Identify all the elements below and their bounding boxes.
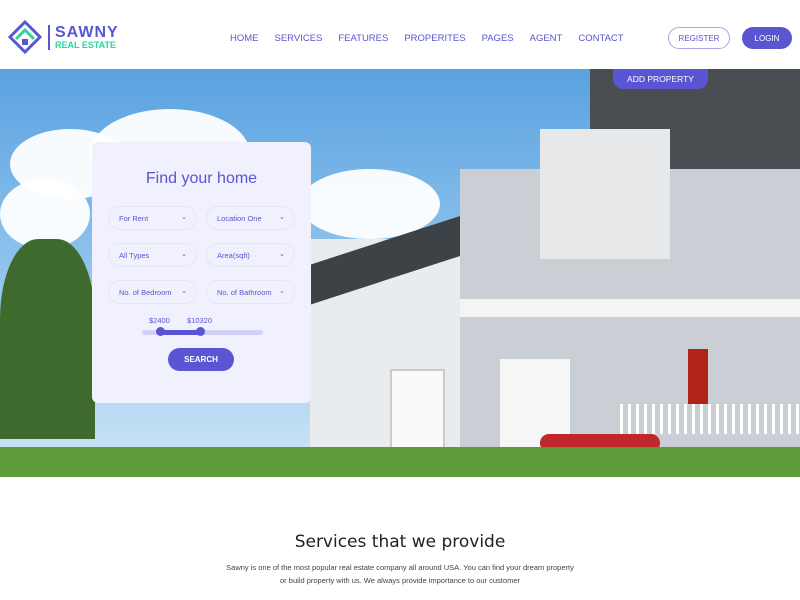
- chevron-down-icon: ⌄: [279, 214, 285, 221]
- chevron-down-icon: ⌄: [279, 288, 285, 295]
- add-property-button[interactable]: ADD PROPERTY: [613, 69, 708, 89]
- area-select[interactable]: Area(sqft) ⌄: [206, 243, 295, 267]
- select-value: Location One: [217, 213, 262, 223]
- select-value: No. of Bedroom: [119, 287, 172, 297]
- nav-agent[interactable]: AGENT: [530, 33, 563, 44]
- nav-properties[interactable]: PROPERITES: [404, 33, 465, 44]
- brand-tagline: REAL ESTATE: [55, 39, 117, 50]
- price-range-fill: [160, 330, 201, 335]
- price-max-label: $10320: [187, 316, 213, 325]
- price-range-slider[interactable]: [142, 327, 263, 336]
- register-button[interactable]: REGISTER: [668, 27, 730, 49]
- services-description: Sawny is one of the most popular real es…: [226, 563, 574, 585]
- nav-home[interactable]: HOME: [230, 33, 259, 44]
- property-type-select[interactable]: All Types ⌄: [108, 243, 197, 267]
- logo[interactable]: SAWNY REAL ESTATE: [8, 20, 119, 54]
- login-button[interactable]: LOGIN: [742, 27, 792, 49]
- search-button[interactable]: SEARCH: [168, 348, 234, 371]
- price-max-handle[interactable]: [196, 327, 206, 336]
- services-title: Services that we provide: [294, 532, 506, 552]
- nav-contact[interactable]: CONTACT: [578, 33, 623, 44]
- chevron-down-icon: ⌄: [181, 288, 187, 295]
- bathroom-select[interactable]: No. of Bathroom ⌄: [206, 280, 295, 304]
- select-value: For Rent: [119, 213, 149, 223]
- nav-features[interactable]: FEATURES: [338, 33, 388, 44]
- bedroom-select[interactable]: No. of Bedroom ⌄: [108, 280, 197, 304]
- listing-type-select[interactable]: For Rent ⌄: [108, 206, 197, 230]
- nav-services[interactable]: SERVICES: [275, 33, 323, 44]
- chevron-down-icon: ⌄: [181, 251, 187, 258]
- nav-pages[interactable]: PAGES: [482, 33, 514, 44]
- main-nav: HOME SERVICES FEATURES PROPERITES PAGES …: [230, 33, 640, 44]
- select-value: All Types: [119, 250, 150, 260]
- select-value: Area(sqft): [217, 250, 250, 260]
- search-card: Find your home For Rent ⌄ Location One ⌄ A…: [92, 142, 311, 403]
- search-card-title: Find your home: [145, 170, 258, 187]
- price-min-label: $2400: [149, 316, 170, 325]
- brand-name: SAWNY: [55, 23, 119, 41]
- select-value: No. of Bathroom: [217, 287, 272, 297]
- header: SAWNY REAL ESTATE HOME SERVICES FEATURES…: [0, 0, 800, 69]
- location-select[interactable]: Location One ⌄: [206, 206, 295, 230]
- chevron-down-icon: ⌄: [181, 214, 187, 221]
- house-logo-icon: [8, 20, 42, 54]
- chevron-down-icon: ⌄: [279, 251, 285, 258]
